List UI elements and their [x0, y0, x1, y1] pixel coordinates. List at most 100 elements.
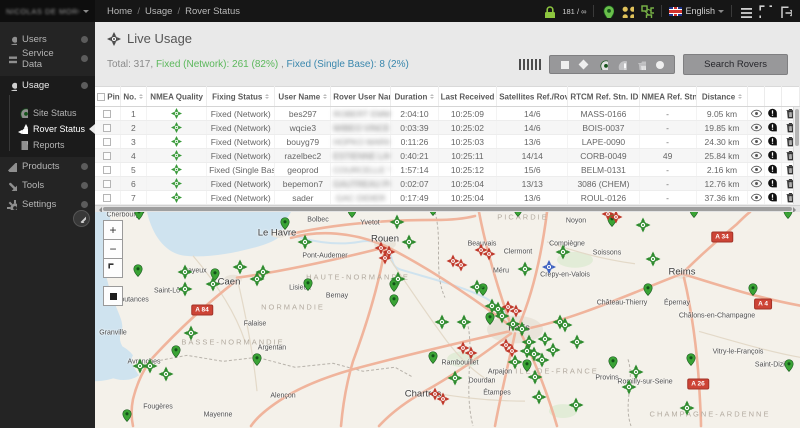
- map-site-pin-marker[interactable]: [783, 359, 796, 372]
- breadcrumb-usage[interactable]: Usage: [145, 6, 172, 17]
- col-pin[interactable]: Pin: [95, 87, 120, 107]
- zoom-in-button[interactable]: +: [103, 220, 123, 240]
- map-site-pin-marker[interactable]: [512, 212, 525, 217]
- filter-pin-button[interactable]: [597, 59, 608, 70]
- user-menu[interactable]: NICOLAS DE MORGEN: [0, 0, 95, 22]
- sidebar-collapse-button[interactable]: [73, 210, 90, 227]
- message-rover-button[interactable]: [767, 178, 778, 189]
- rover-fixed-marker[interactable]: [569, 398, 584, 413]
- rover-fixed-marker[interactable]: [518, 262, 533, 277]
- rover-fixed-marker[interactable]: [629, 365, 644, 380]
- rover-fixed-marker[interactable]: [159, 367, 174, 382]
- table-row[interactable]: 6 Fixed (Network) bepemon7 GAUTREAU PEDR…: [95, 177, 800, 191]
- network-nodes-icon[interactable]: [641, 5, 654, 18]
- message-rover-button[interactable]: [767, 164, 778, 175]
- col-satellites[interactable]: Satellites Ref./Rover: [497, 87, 568, 107]
- map-site-pin-marker[interactable]: [427, 212, 440, 216]
- rover-fixed-marker[interactable]: [233, 260, 248, 275]
- row-checkbox[interactable]: [103, 110, 111, 118]
- sidebar-item-products[interactable]: Products: [0, 157, 95, 176]
- filter-circle-button[interactable]: [654, 59, 665, 70]
- rover-unfixed-marker[interactable]: [437, 393, 450, 406]
- map-extent-button[interactable]: [103, 286, 123, 306]
- col-duration[interactable]: Duration: [391, 87, 438, 107]
- rover-unfixed-marker[interactable]: [483, 248, 496, 261]
- map-site-pin-marker[interactable]: [121, 409, 134, 422]
- filter-diamond-button[interactable]: [578, 59, 589, 70]
- rover-fixed-marker[interactable]: [143, 359, 158, 374]
- map-site-pin-marker[interactable]: [132, 264, 145, 277]
- row-checkbox[interactable]: [103, 166, 111, 174]
- view-rover-button[interactable]: [751, 178, 762, 189]
- language-selector[interactable]: English: [669, 6, 724, 16]
- rover-fixed-marker[interactable]: [680, 401, 695, 416]
- rover-fixed-marker[interactable]: [558, 318, 573, 333]
- row-checkbox[interactable]: [103, 124, 111, 132]
- sidebar-item-service-data[interactable]: Service Data: [0, 49, 95, 68]
- col-rover-user-name[interactable]: Rover User Name: [331, 87, 391, 107]
- col-distance[interactable]: Distance: [696, 87, 748, 107]
- rover-unfixed-marker[interactable]: [510, 305, 523, 318]
- row-checkbox[interactable]: [103, 138, 111, 146]
- map-fullscreen-button[interactable]: [103, 258, 123, 278]
- rover-fixed-marker[interactable]: [646, 252, 661, 267]
- map-site-pin-marker[interactable]: [688, 212, 701, 218]
- rover-fixed-marker[interactable]: [206, 277, 221, 292]
- rover-fixed-marker[interactable]: [178, 282, 193, 297]
- rover-fixed-marker[interactable]: [402, 235, 417, 250]
- message-rover-button[interactable]: [767, 192, 778, 203]
- rover-fixed-marker[interactable]: [298, 235, 313, 250]
- rover-fixed-marker[interactable]: [184, 326, 199, 341]
- sidebar-item-reports[interactable]: Reports: [0, 137, 95, 153]
- map-site-pin-marker[interactable]: [302, 278, 315, 291]
- map-site-pin-marker[interactable]: [251, 353, 264, 366]
- rover-fixed-marker[interactable]: [556, 245, 571, 260]
- sidebar-item-users[interactable]: Users: [0, 30, 95, 49]
- message-all-button[interactable]: [616, 59, 627, 70]
- breadcrumb-rover-status[interactable]: Rover Status: [185, 6, 240, 17]
- view-rover-button[interactable]: [751, 136, 762, 147]
- delete-all-button[interactable]: [635, 59, 646, 70]
- message-rover-button[interactable]: [767, 136, 778, 147]
- map-site-pin-marker[interactable]: [133, 212, 146, 220]
- live-usage-map[interactable]: HAUTE-NORMANDIENORMANDIEBASSE-NORMANDIEP…: [95, 212, 800, 428]
- rover-fixed-marker[interactable]: [532, 390, 547, 405]
- rover-fixed-marker[interactable]: [448, 371, 463, 386]
- select-all-checkbox[interactable]: [97, 93, 105, 101]
- table-row[interactable]: 7 Fixed (Network) sader GAC DIDIER 0:17:…: [95, 191, 800, 205]
- rover-fixed-marker[interactable]: [636, 218, 651, 233]
- table-row[interactable]: 5 Fixed (Single Base) geoprod COURCELLE …: [95, 163, 800, 177]
- rover-fixed-marker[interactable]: [485, 299, 500, 314]
- map-site-pin-marker[interactable]: [170, 345, 183, 358]
- logout-icon[interactable]: [779, 5, 792, 18]
- row-checkbox[interactable]: [103, 180, 111, 188]
- row-checkbox[interactable]: [103, 152, 111, 160]
- rover-fixed-marker[interactable]: [622, 380, 637, 395]
- col-last-received[interactable]: Last Received: [438, 87, 497, 107]
- col-nmea-quality[interactable]: NMEA Quality: [147, 87, 207, 107]
- message-rover-button[interactable]: [767, 108, 778, 119]
- table-row[interactable]: 1 Fixed (Network) bes297 ROBERT EMMANUEL…: [95, 107, 800, 121]
- view-rover-button[interactable]: [751, 108, 762, 119]
- rover-fixed-marker[interactable]: [391, 272, 406, 287]
- rover-unfixed-marker[interactable]: [455, 259, 468, 272]
- table-row[interactable]: 2 Fixed (Network) wqcie3 WIBEO VINCENT 0…: [95, 121, 800, 135]
- view-rover-button[interactable]: [751, 192, 762, 203]
- message-rover-button[interactable]: [767, 122, 778, 133]
- sidebar-item-usage[interactable]: Usage: [0, 76, 95, 95]
- menu-icon[interactable]: [739, 5, 752, 18]
- rover-unfixed-marker[interactable]: [610, 212, 623, 224]
- col-user-name[interactable]: User Name: [275, 87, 331, 107]
- zoom-out-button[interactable]: −: [103, 239, 123, 259]
- map-site-pin-marker[interactable]: [427, 351, 440, 364]
- map-site-pin-marker[interactable]: [607, 356, 620, 369]
- satellites-icon[interactable]: [621, 5, 634, 18]
- col-no[interactable]: No.: [120, 87, 147, 107]
- rover-fixed-marker[interactable]: [457, 315, 472, 330]
- rover-fixed-marker[interactable]: [570, 335, 585, 350]
- rover-fixed-marker[interactable]: [528, 370, 543, 385]
- search-rovers-button[interactable]: Search Rovers: [683, 54, 788, 75]
- sidebar-item-rover-status[interactable]: Rover Status: [0, 121, 95, 137]
- col-fixing-status[interactable]: Fixing Status: [207, 87, 275, 107]
- map-site-pin-marker[interactable]: [346, 212, 359, 218]
